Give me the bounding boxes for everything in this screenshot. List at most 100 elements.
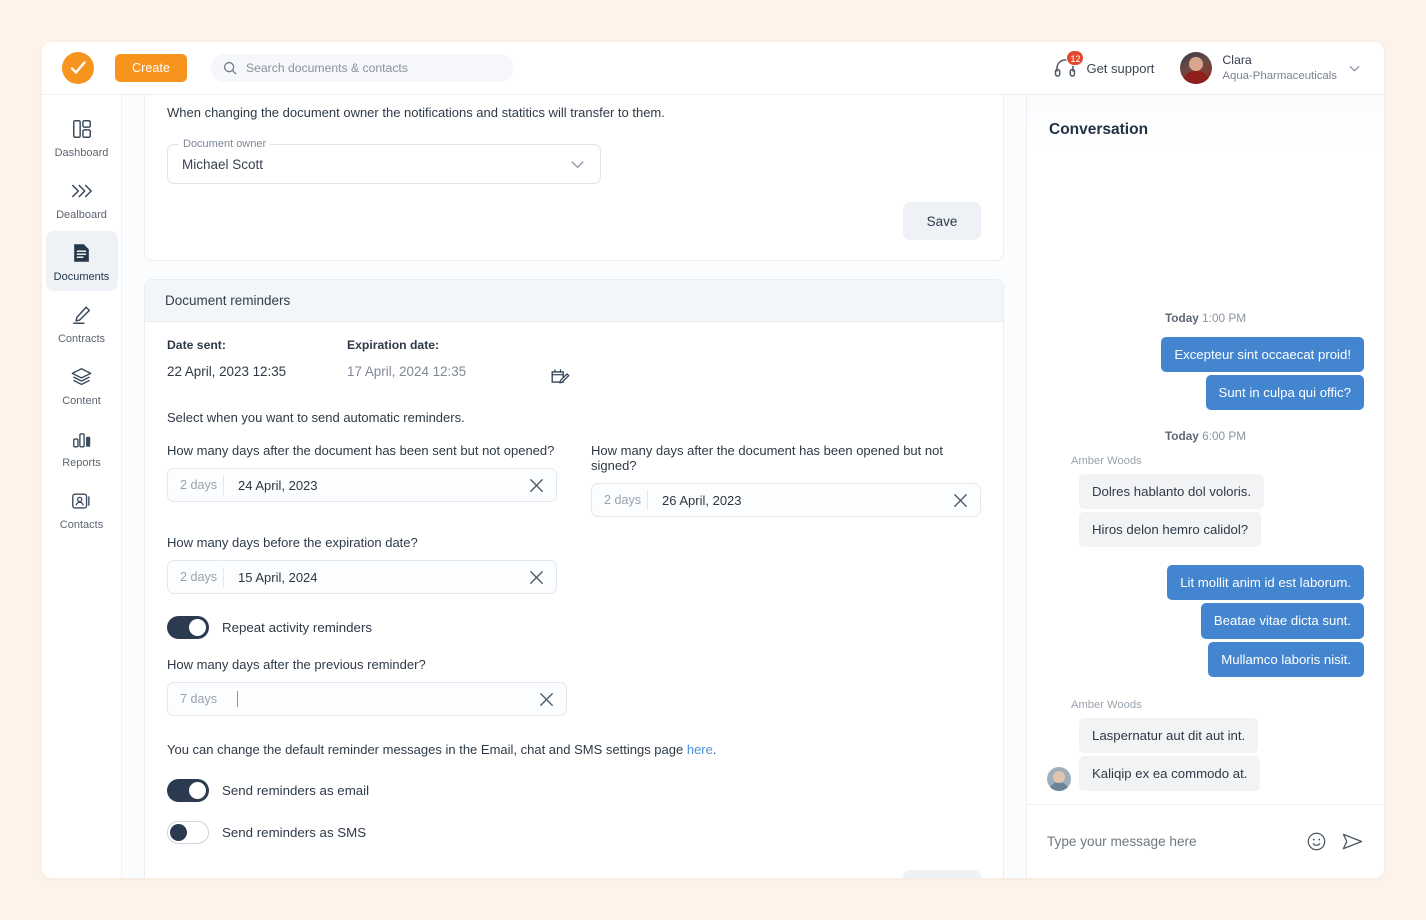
document-reminders-title: Document reminders [145, 280, 1003, 323]
document-reminders-card: Document reminders Date sent: 22 April, … [144, 279, 1004, 878]
toggle-knob [189, 782, 206, 800]
question-label: How many days after the document has bee… [167, 443, 555, 459]
sidebar-item-contacts[interactable]: Contacts [46, 479, 118, 539]
time-label: 6:00 PM [1202, 428, 1247, 443]
contracts-pen-icon [71, 303, 93, 327]
toggle-label: Send reminders as email [222, 783, 370, 799]
message-composer [1027, 804, 1384, 878]
owner-card-actions: Save [167, 184, 981, 241]
day-separator: Today 6:00 PM [1047, 429, 1364, 443]
get-support-button[interactable]: 12 Get support [1053, 50, 1154, 80]
send-reminders-sms-toggle[interactable] [167, 821, 209, 845]
conversation-title: Conversation [1027, 95, 1384, 155]
toggle-label: Repeat activity reminders [222, 620, 373, 636]
sidebar-item-dealboard[interactable]: Dealboard [46, 169, 118, 229]
close-x-icon[interactable] [537, 690, 556, 709]
reminder-before-expiration: How many days before the expiration date… [167, 535, 557, 595]
save-button[interactable]: Save [903, 202, 981, 241]
message-bubble: Sunt in culpa qui offic? [1205, 374, 1364, 410]
message-sender: Amber Woods [1071, 454, 1142, 467]
question-label: How many days before the expiration date… [167, 535, 418, 551]
app-window: Create 12 Get support [42, 42, 1384, 878]
sidebar-item-contracts[interactable]: Contracts [46, 293, 118, 353]
reminder-after-previous: How many days after the previous reminde… [167, 657, 981, 717]
close-x-icon[interactable] [527, 476, 546, 495]
sidebar-item-label: Documents [53, 271, 110, 283]
message-bubble: Excepteur sint occaecat proid! [1161, 336, 1364, 372]
days-value[interactable]: 2 days [592, 490, 648, 511]
repeat-activity-reminders-toggle[interactable] [167, 616, 209, 640]
sidebar-item-documents[interactable]: Documents [45, 231, 118, 291]
question-label: How many days after the previous reminde… [167, 657, 426, 673]
save-button[interactable]: Save [903, 870, 981, 878]
reminder-input-3[interactable]: 2 days 15 April, 2024 [167, 560, 557, 595]
send-paper-plane-icon[interactable] [1341, 831, 1364, 852]
message-bubble: Hiros delon hemro calidol? [1079, 512, 1262, 548]
left-sidebar: Dashboard Dealboard Documents Contracts … [42, 95, 122, 878]
close-x-icon[interactable] [527, 568, 546, 587]
default-messages-note: You can change the default reminder mess… [167, 742, 981, 757]
reminder-sent-not-opened: How many days after the document has bee… [167, 443, 557, 517]
sidebar-item-label: Reports [62, 457, 101, 469]
reports-bars-icon [71, 427, 93, 451]
user-menu[interactable]: Clara Aqua-Pharmaceuticals [1180, 52, 1362, 84]
sidebar-item-dashboard[interactable]: Dashboard [46, 107, 118, 167]
document-owner-card: When changing the document owner the not… [144, 95, 1004, 262]
date-sent-label: Date sent: [167, 338, 226, 353]
day-label: Today [1164, 428, 1199, 443]
search-input[interactable] [246, 61, 501, 75]
emoji-smiley-icon[interactable] [1306, 831, 1327, 852]
conversation-messages[interactable]: Today 1:00 PM Excepteur sint occaecat pr… [1027, 155, 1384, 804]
sidebar-item-reports[interactable]: Reports [46, 417, 118, 477]
message-sender: Amber Woods [1071, 698, 1142, 711]
reminders-row-1: How many days after the document has bee… [167, 443, 981, 518]
toggle-knob [170, 823, 187, 841]
main-content: When changing the document owner the not… [122, 95, 1026, 878]
chevron-down-icon[interactable] [1347, 61, 1362, 76]
send-reminders-email-row: Send reminders as email [167, 779, 981, 803]
document-owner-legend: Document owner [179, 138, 271, 151]
email-chat-sms-settings-link[interactable]: here [687, 742, 713, 757]
calendar-edit-icon[interactable] [549, 366, 571, 388]
content-layers-icon [70, 365, 93, 389]
reminder-input-4[interactable]: 7 days [167, 682, 567, 717]
days-value[interactable]: 7 days [168, 689, 224, 709]
document-owner-value: Michael Scott [182, 156, 264, 172]
headset-icon: 12 [1053, 50, 1085, 80]
message-row: Lit mollit anim id est laborum. [1047, 565, 1364, 601]
reminder-input-1[interactable]: 2 days 24 April, 2023 [167, 468, 557, 503]
top-header: Create 12 Get support [42, 42, 1384, 95]
message-bubble: Kaliqip ex ea commodo at. [1079, 755, 1261, 791]
send-reminders-email-toggle[interactable] [167, 779, 209, 803]
app-body: Dashboard Dealboard Documents Contracts … [42, 95, 1384, 878]
user-org: Aqua-Pharmaceuticals [1222, 69, 1337, 82]
close-x-icon[interactable] [951, 491, 970, 510]
message-row: Hiros delon hemro calidol? [1047, 512, 1364, 548]
check-circle-logo-icon[interactable] [62, 52, 94, 84]
sidebar-item-label: Contracts [57, 333, 106, 345]
create-button[interactable]: Create [115, 54, 187, 82]
expiration-date-value: 17 April, 2024 12:35 [347, 364, 467, 380]
message-input[interactable] [1047, 834, 1292, 849]
repeat-activity-reminders-row: Repeat activity reminders [167, 616, 981, 640]
document-owner-select[interactable]: Document owner Michael Scott [167, 138, 601, 185]
chevron-down-icon[interactable] [569, 156, 586, 173]
reminders-row-2-spacer [591, 535, 981, 594]
sidebar-item-label: Content [62, 395, 101, 407]
support-badge: 12 [1066, 50, 1085, 66]
owner-note: When changing the document owner the not… [167, 105, 665, 120]
sidebar-item-label: Contacts [59, 519, 104, 531]
conversation-panel: Conversation Today 1:00 PM Excepteur sin… [1026, 95, 1384, 878]
reminders-intro: Select when you want to send automatic r… [167, 410, 465, 426]
message-bubble: Dolres hablanto dol voloris. [1079, 473, 1265, 510]
date-value[interactable]: 24 April, 2023 [224, 478, 318, 493]
date-value[interactable]: 15 April, 2024 [224, 570, 318, 585]
days-value[interactable]: 2 days [168, 475, 224, 496]
reminders-meta-row: Date sent: 22 April, 2023 12:35 Expirati… [167, 322, 981, 388]
sidebar-item-content[interactable]: Content [46, 355, 118, 415]
days-value[interactable]: 2 days [168, 567, 224, 588]
reminder-opened-not-signed: How many days after the document has bee… [591, 443, 981, 518]
date-value[interactable]: 26 April, 2023 [648, 493, 742, 508]
reminder-input-2[interactable]: 2 days 26 April, 2023 [591, 483, 981, 518]
search-box[interactable] [211, 54, 513, 82]
